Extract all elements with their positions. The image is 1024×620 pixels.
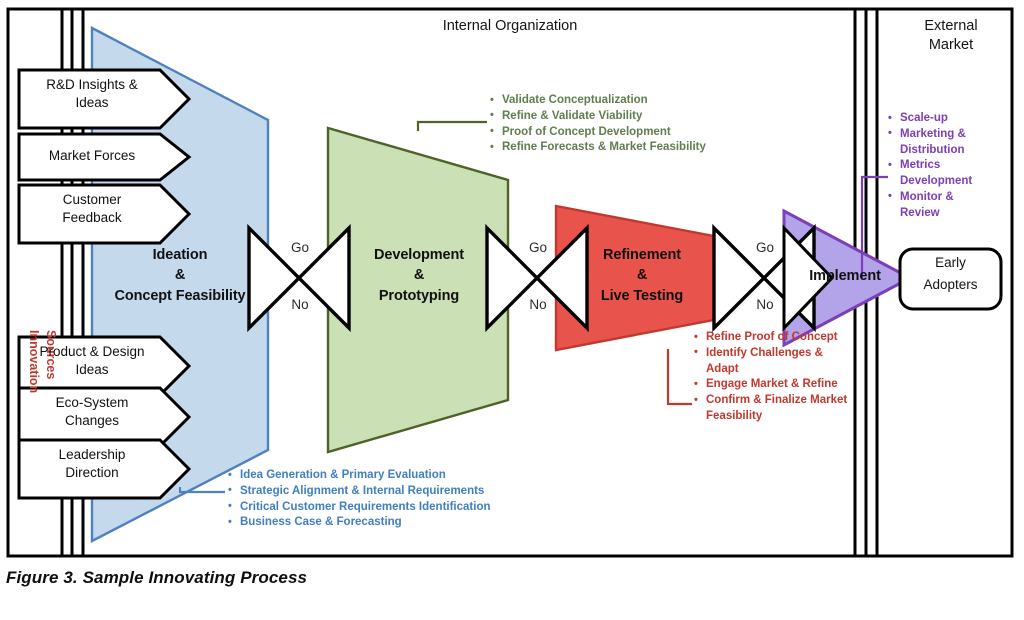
input-label-3-line1: Customer [62,192,122,207]
callout-ideation-item-1: Idea Generation & Primary Evaluation [228,468,491,484]
gate-3-go-label: Go [755,240,774,255]
callout-development-item-4: Refine Forecasts & Market Feasibility [490,140,706,156]
callout-development-item-3: Proof of Concept Development [490,124,706,141]
callout-implement: Scale-up Marketing & Distribution Metric… [888,111,974,221]
stage-label-ideation-line2: & [174,267,186,283]
gate-2-go-label: Go [528,240,547,255]
input-label-6-line1: Leadership [58,447,126,462]
callout-implement-item-2: Marketing & Distribution [888,126,974,159]
stage-label-ideation-line3: Concept Feasibility [114,288,246,304]
stage-label-development-line1: Development [374,247,464,263]
callout-ideation-item-2: Strategic Alignment & Internal Requireme… [228,483,491,500]
stage-label-refinement-line1: Refinement [603,247,681,263]
callout-development: Validate Conceptualization Refine & Vali… [490,93,706,156]
input-label-4-line2: Ideas [75,362,109,377]
outcome-label-line2: Adopters [923,277,978,292]
input-label-6-line2: Direction [65,465,119,480]
input-label-2-line1: Market Forces [48,148,136,163]
input-label-1-line2: Ideas [75,95,109,110]
callout-ideation: Idea Generation & Primary Evaluation Str… [228,468,491,531]
callout-implement-item-1: Scale-up [888,111,974,127]
zone-title-external-line2: Market [928,37,974,53]
callout-development-item-1: Validate Conceptualization [490,93,706,109]
input-label-4-line1: Product & Design [39,344,145,359]
callout-refinement: Refine Proof of Concept Identify Challen… [694,330,852,425]
stage-label-ideation-line1: Ideation [152,247,208,263]
figure-canvas: Internal Organization External Market In… [0,0,1024,620]
callout-ideation-item-4: Business Case & Forecasting [228,515,491,531]
outcome-label-line1: Early [935,255,966,270]
stage-label-development-line3: Prototyping [378,288,460,304]
callout-refinement-item-1: Refine Proof of Concept [694,330,852,346]
zone-title-external-line1: External [924,18,978,34]
input-label-5-line1: Eco-System [55,395,129,410]
callout-development-item-2: Refine & Validate Viability [490,108,706,125]
input-label-3-line2: Feedback [62,210,122,225]
gate-1-go-label: Go [290,240,309,255]
stage-label-refinement-line2: & [636,267,648,283]
input-label-1-line1: R&D Insights & [46,77,138,92]
gate-1-no-label: No [291,297,309,312]
stage-label-refinement-line3: Live Testing [600,288,684,304]
callout-implement-item-3: Metrics Development [888,158,974,190]
figure-caption: Figure 3. Sample Innovating Process [6,568,308,587]
callout-refinement-item-3: Engage Market & Refine [694,377,852,393]
stage-label-implement: Implement [809,268,881,284]
gate-3-no-label: No [756,297,774,312]
callout-ideation-item-3: Critical Customer Requirements Identific… [228,499,491,516]
input-label-5-line2: Changes [64,413,120,428]
zone-title-internal: Internal Organization [442,18,578,34]
callout-implement-item-4: Monitor & Review [888,189,974,222]
callout-refinement-item-4: Confirm & Finalize Market Feasibility [694,393,852,425]
gate-2-no-label: No [529,297,547,312]
stage-label-development-line2: & [413,267,425,283]
callout-refinement-item-2: Identify Challenges & Adapt [694,345,852,378]
